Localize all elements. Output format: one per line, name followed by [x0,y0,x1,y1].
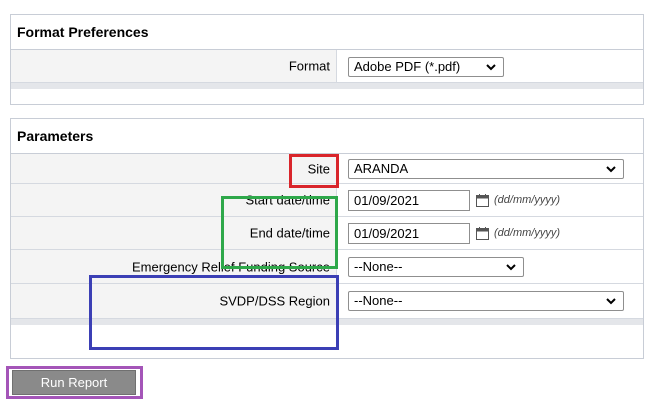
region-label-cell: SVDP/DSS Region [11,284,337,318]
site-label: Site [307,161,330,176]
calendar-icon[interactable] [476,227,489,240]
end-date-format-hint: (dd/mm/yyyy) [494,227,560,239]
site-select-value: ARANDA [354,161,409,176]
chevron-down-icon [606,298,616,305]
funding-source-label: Emergency Relief Funding Source [132,259,330,274]
format-label: Format [288,58,330,74]
start-date-field-cell: 01/09/2021 (dd/mm/yyyy) [338,184,643,216]
format-label-cell: Format [11,50,337,82]
region-label: SVDP/DSS Region [219,293,330,309]
chevron-down-icon [506,264,516,271]
region-select-value: --None-- [354,293,403,308]
end-date-field-cell: 01/09/2021 (dd/mm/yyyy) [338,217,643,249]
parameters-panel-footer [11,319,643,325]
start-date-label-cell: Start date/time [11,184,337,216]
region-row: SVDP/DSS Region --None-- [11,284,643,319]
start-date-row: Start date/time 01/09/2021 (dd/mm/yyyy) [11,184,643,217]
site-field-cell: ARANDA [338,154,643,183]
format-preferences-title: Format Preferences [11,15,643,50]
start-date-input[interactable]: 01/09/2021 [348,190,470,211]
chevron-down-icon [486,64,496,71]
format-select-value: Adobe PDF (*.pdf) [354,59,461,74]
parameters-title: Parameters [11,119,643,154]
start-date-label: Start date/time [245,192,330,208]
chevron-down-icon [606,166,616,173]
format-select[interactable]: Adobe PDF (*.pdf) [348,57,504,77]
funding-source-select[interactable]: --None-- [348,257,524,277]
funding-source-label-cell: Emergency Relief Funding Source [11,250,337,283]
end-date-input[interactable]: 01/09/2021 [348,223,470,244]
format-preferences-panel: Format Preferences Format Adobe PDF (*.p… [10,14,644,105]
end-date-label-cell: End date/time [11,217,337,249]
funding-source-field-cell: --None-- [338,250,643,283]
format-panel-footer [11,83,643,89]
calendar-icon[interactable] [476,194,489,207]
site-select[interactable]: ARANDA [348,159,624,179]
region-select[interactable]: --None-- [348,291,624,311]
start-date-value: 01/09/2021 [354,193,420,208]
parameters-panel: Parameters Site ARANDA Start date/time 0… [10,118,644,359]
format-field-cell: Adobe PDF (*.pdf) [338,50,643,82]
funding-source-select-value: --None-- [354,259,403,274]
region-field-cell: --None-- [338,284,643,318]
run-report-button[interactable]: Run Report [12,370,136,395]
end-date-value: 01/09/2021 [354,226,420,241]
end-date-label: End date/time [249,225,330,241]
site-row: Site ARANDA [11,154,643,184]
end-date-row: End date/time 01/09/2021 (dd/mm/yyyy) [11,217,643,250]
format-row: Format Adobe PDF (*.pdf) [11,50,643,83]
start-date-format-hint: (dd/mm/yyyy) [494,194,560,206]
site-label-cell: Site [11,154,337,183]
funding-source-row: Emergency Relief Funding Source --None-- [11,250,643,284]
